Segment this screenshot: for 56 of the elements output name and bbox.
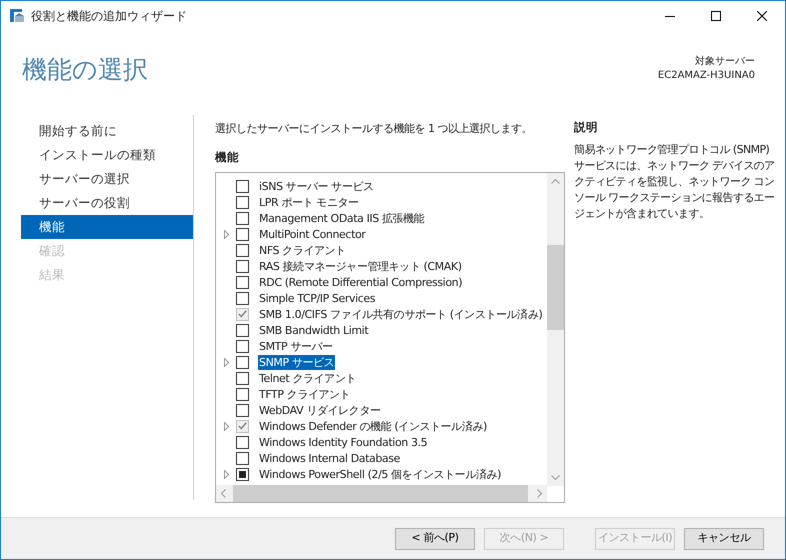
feature-label[interactable]: Windows Internal Database	[258, 450, 401, 466]
instruction-text: 選択したサーバーにインストールする機能を 1 つ以上選択します。	[215, 121, 532, 137]
description-heading: 説明	[574, 119, 599, 136]
wizard-button[interactable]: キャンセル	[684, 528, 764, 550]
checkbox[interactable]	[236, 228, 249, 241]
wizard-button[interactable]: < 前へ(P)	[395, 528, 475, 550]
checkbox[interactable]	[236, 452, 249, 465]
close-icon[interactable]	[757, 11, 767, 21]
indeterminate-icon	[239, 470, 246, 478]
feature-label[interactable]: RAS 接続マネージャー管理キット (CMAK)	[258, 258, 463, 274]
checkbox[interactable]	[236, 372, 249, 385]
target-server: EC2AMAZ-H3UINA0	[658, 69, 755, 83]
checkbox[interactable]	[236, 196, 249, 209]
checkbox[interactable]	[236, 340, 249, 353]
checkbox[interactable]	[236, 292, 249, 305]
expand-icon[interactable]	[224, 230, 228, 239]
feature-label[interactable]: SMTP サーバー	[258, 338, 334, 354]
checkbox[interactable]	[236, 356, 249, 369]
checkbox[interactable]	[236, 324, 249, 337]
sidebar-item[interactable]: 機能	[21, 215, 193, 239]
feature-label[interactable]: Simple TCP/IP Services	[258, 290, 376, 306]
checkbox[interactable]	[236, 276, 249, 289]
page-title: 機能の選択	[22, 55, 148, 86]
feature-label[interactable]: LPR ポート モニター	[258, 194, 360, 210]
feature-label[interactable]: TFTP クライアント	[258, 386, 352, 402]
feature-label[interactable]: iSNS サーバー サービス	[258, 178, 375, 194]
checkbox[interactable]	[236, 404, 249, 417]
expand-icon[interactable]	[224, 358, 228, 367]
sidebar-item[interactable]: 開始する前に	[21, 119, 193, 143]
maximize-icon[interactable]	[711, 11, 721, 21]
checkbox[interactable]	[236, 388, 249, 401]
feature-label[interactable]: WebDAV リダイレクター	[258, 402, 382, 418]
description-text: 簡易ネットワーク管理プロトコル (SNMP) サービスには、ネットワーク デバイスのアクティビティを監視し、ネットワーク コンソール ワークステーションに報告するエージェントが含まれています。	[574, 142, 776, 222]
checkbox[interactable]	[236, 436, 249, 449]
feature-label[interactable]: NFS クライアント	[258, 242, 347, 258]
checkbox[interactable]	[236, 468, 249, 481]
app-icon	[9, 8, 25, 24]
checkbox[interactable]	[236, 212, 249, 225]
sidebar-item[interactable]: サーバーの選択	[21, 167, 193, 191]
window-title: 役割と機能の追加ウィザード	[31, 8, 187, 25]
feature-label[interactable]: SMB Bandwidth Limit	[258, 322, 370, 338]
checkbox[interactable]	[236, 260, 249, 273]
expand-icon[interactable]	[224, 470, 228, 479]
checkbox[interactable]	[236, 244, 249, 257]
feature-label[interactable]: SNMP サービス	[258, 354, 336, 370]
sidebar-item[interactable]: インストールの種類	[21, 143, 193, 167]
target-label: 対象サーバー	[694, 55, 755, 69]
checkbox[interactable]	[236, 180, 249, 193]
feature-label[interactable]: MultiPoint Connector	[258, 226, 366, 242]
feature-label[interactable]: Management OData IIS 拡張機能	[258, 210, 426, 226]
feature-label[interactable]: RDC (Remote Differential Compression)	[258, 274, 464, 290]
sidebar-item[interactable]: サーバーの役割	[21, 191, 193, 215]
feature-label[interactable]: Telnet クライアント	[258, 370, 358, 386]
feature-label[interactable]: Windows Identity Foundation 3.5	[258, 434, 428, 450]
features-heading: 機能	[215, 149, 240, 166]
feature-label[interactable]: Windows PowerShell (2/5 個をインストール済み)	[258, 466, 502, 482]
